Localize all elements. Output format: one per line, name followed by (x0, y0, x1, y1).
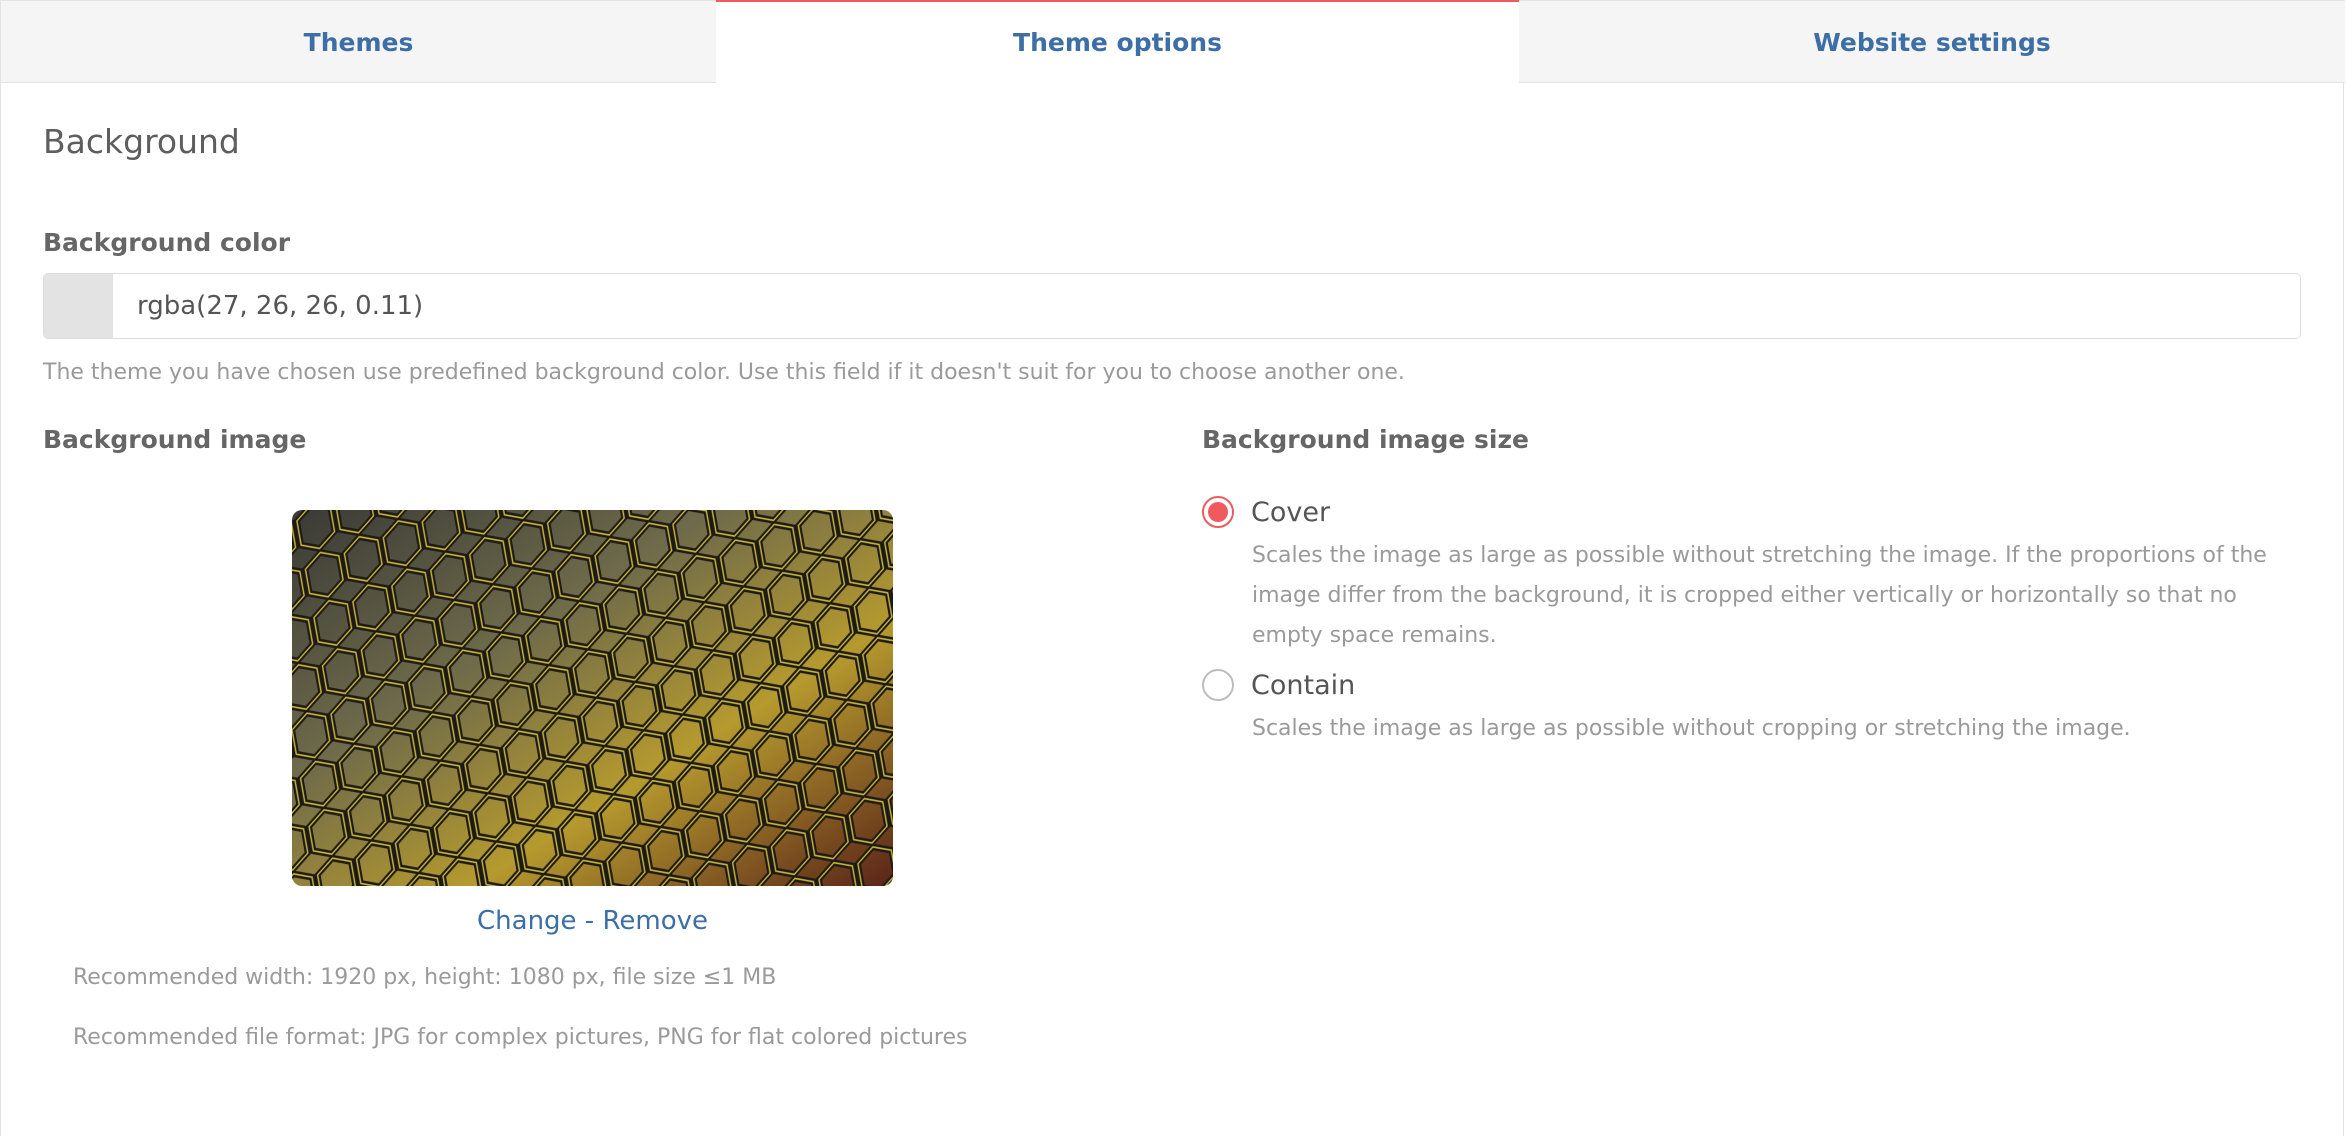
change-image-link[interactable]: Change (477, 906, 577, 936)
tab-bar: Themes Theme options Website settings (1, 0, 2345, 83)
theme-options-panel: Themes Theme options Website settings Ba… (0, 0, 2345, 1136)
tab-website-settings[interactable]: Website settings (1519, 1, 2345, 83)
cover-radio[interactable] (1202, 496, 1234, 528)
tab-themes[interactable]: Themes (1, 1, 716, 83)
background-color-input[interactable] (113, 274, 2300, 338)
contain-description: Scales the image as large as possible wi… (1252, 716, 2131, 741)
radio-dot (1208, 502, 1228, 522)
option-cover[interactable]: Cover (1202, 496, 1330, 528)
recommended-size-hint: Recommended width: 1920 px, height: 1080… (73, 965, 777, 990)
image-actions: Change - Remove (292, 906, 893, 936)
contain-label[interactable]: Contain (1251, 670, 1355, 701)
background-color-label: Background color (43, 228, 291, 257)
background-image-label: Background image (43, 425, 307, 454)
cover-description: Scales the image as large as possible wi… (1252, 543, 2267, 648)
cover-label[interactable]: Cover (1251, 497, 1330, 528)
background-image-preview (292, 510, 893, 886)
contain-radio[interactable] (1202, 669, 1234, 701)
option-contain[interactable]: Contain (1202, 669, 1355, 701)
color-swatch[interactable] (44, 274, 113, 338)
section-title: Background (43, 122, 240, 161)
background-color-field (43, 273, 2301, 339)
remove-image-link[interactable]: Remove (602, 906, 708, 936)
background-image-size-label: Background image size (1202, 425, 1529, 454)
link-separator: - (576, 906, 603, 936)
tab-theme-options[interactable]: Theme options (716, 0, 1519, 83)
background-color-hint: The theme you have chosen use predefined… (43, 360, 1405, 385)
recommended-format-hint: Recommended file format: JPG for complex… (73, 1025, 968, 1050)
